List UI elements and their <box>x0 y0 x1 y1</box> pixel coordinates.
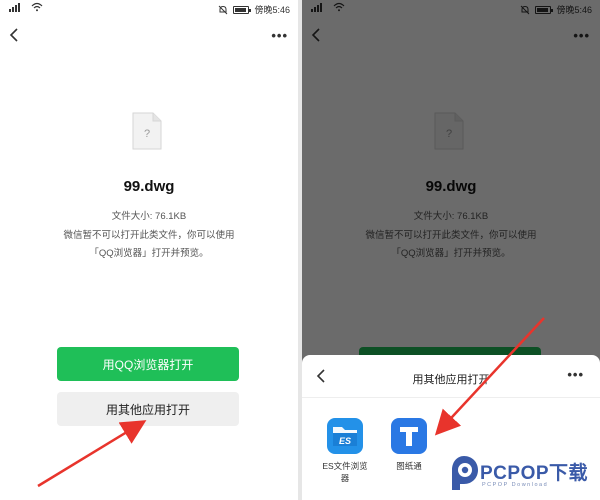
wifi-icon <box>31 2 43 12</box>
file-name: 99.dwg <box>123 178 175 195</box>
left-phone-screen: 傍晚5:46 ••• ? 99.dwg 文件大小: 76.1KB 微信暂不可以打… <box>0 0 298 500</box>
open-with-other-app-button[interactable]: 用其他应用打开 <box>57 392 239 426</box>
sheet-title: 用其他应用打开 <box>412 374 490 386</box>
file-size: 文件大小: 76.1KB <box>111 211 187 222</box>
right-phone-screen: 傍晚5:46 ••• ? 99.dwg 文件大小: 76.1KB 微信暂不可以打… <box>302 0 600 500</box>
status-time: 傍晚5:46 <box>254 5 290 15</box>
es-file-explorer-icon: ES <box>327 418 363 454</box>
watermark-tagline: PCPOP Download <box>482 482 549 488</box>
svg-text:?: ? <box>144 128 150 140</box>
notice-line-2: 「QQ浏览器」打开并预览。 <box>89 248 209 259</box>
more-options-icon[interactable]: ••• <box>271 28 288 43</box>
signal-icon <box>9 3 20 12</box>
app-label: 图纸通 <box>396 461 422 471</box>
pcpop-logo-icon <box>452 456 478 490</box>
svg-text:ES: ES <box>339 436 351 446</box>
status-bar: 傍晚5:46 <box>0 0 298 18</box>
open-with-qq-browser-button[interactable]: 用QQ浏览器打开 <box>57 347 239 381</box>
battery-icon <box>233 5 252 14</box>
notice-line-1: 微信暂不可以打开此类文件，你可以使用 <box>63 230 235 241</box>
watermark-brand: PCPOP下载 <box>480 463 589 484</box>
mute-bell-icon <box>219 5 228 14</box>
unknown-file-icon: ? <box>132 112 162 150</box>
app-label: ES文件浏览 器 <box>322 461 368 483</box>
cannot-open-notice: 微信暂不可以打开此类文件，你可以使用 「QQ浏览器」打开并预览。 <box>0 227 298 263</box>
app-tuzhitong[interactable]: 图纸通 <box>383 418 435 472</box>
top-nav: ••• <box>0 24 298 46</box>
back-icon[interactable] <box>6 24 24 46</box>
sheet-divider <box>302 397 600 398</box>
pcpop-watermark: PCPOP下载 PCPOP Download <box>448 452 598 496</box>
sheet-more-icon[interactable]: ••• <box>567 367 584 382</box>
app-es-file-explorer[interactable]: ES ES文件浏览 器 <box>319 418 371 484</box>
tuzhitong-icon <box>391 418 427 454</box>
